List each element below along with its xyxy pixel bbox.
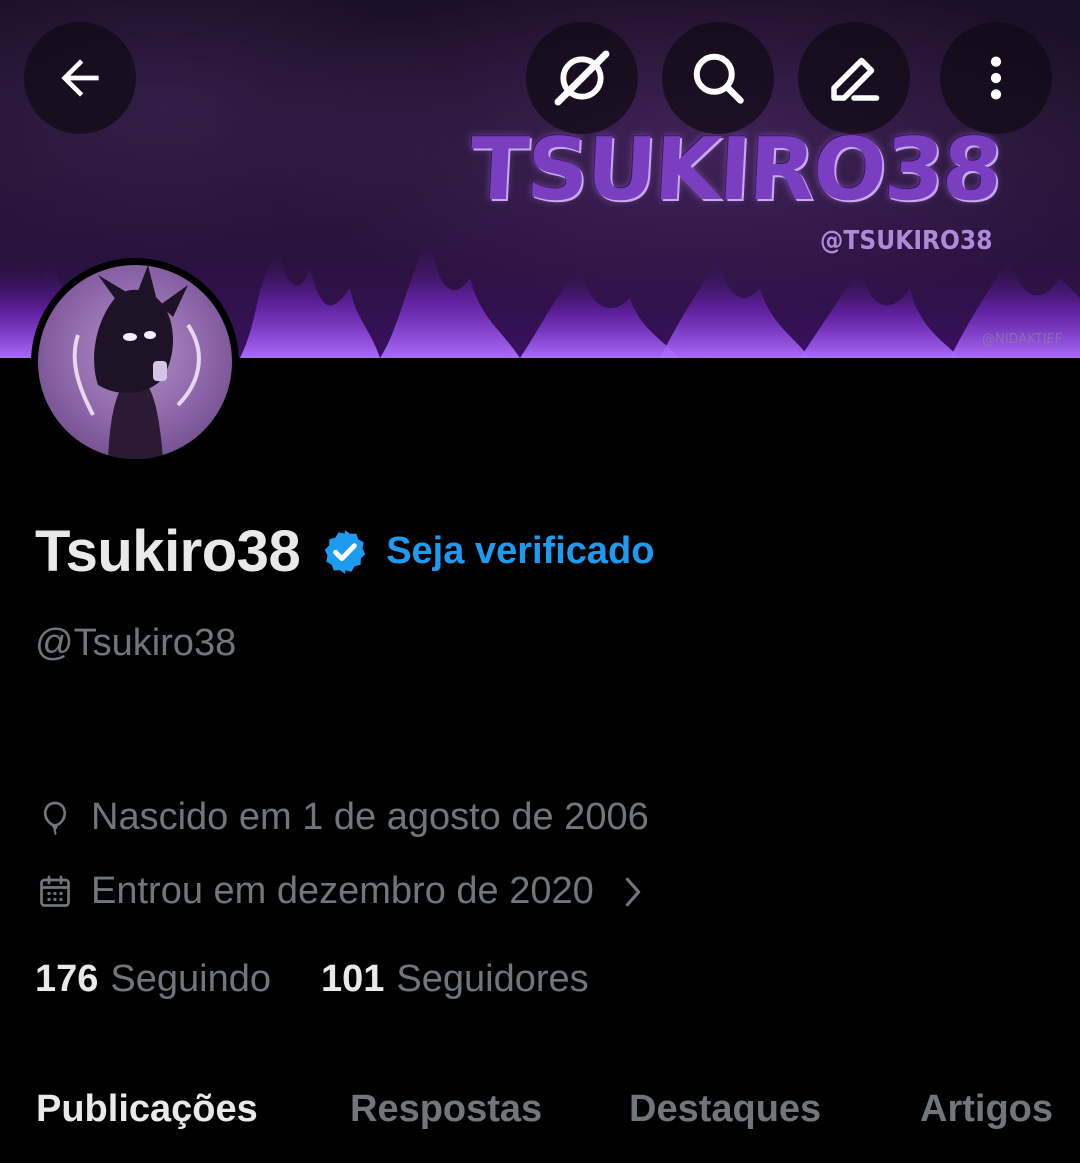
profile-handle: @Tsukiro38 — [35, 622, 237, 664]
banner-title: TSUKIRO38 — [467, 120, 1003, 220]
tab-destaques[interactable]: Destaques — [629, 1088, 821, 1131]
grok-button[interactable] — [526, 22, 638, 134]
follow-stats: 176 Seguindo 101 Seguidores — [35, 958, 589, 1001]
profile-name-row: Tsukiro38 Seja verificado — [35, 518, 654, 585]
edit-button[interactable] — [798, 22, 910, 134]
joined-row[interactable]: Entrou em dezembro de 2020 — [35, 870, 646, 913]
following-count: 176 — [35, 958, 99, 1000]
profile-name: Tsukiro38 — [35, 519, 301, 584]
birthday-row: Nascido em 1 de agosto de 2006 — [35, 796, 649, 839]
followers-count: 101 — [321, 958, 385, 1000]
banner-credit: @NIDAKTIEF — [982, 332, 1063, 347]
more-button[interactable] — [940, 22, 1052, 134]
get-verified-link[interactable]: Seja verificado — [386, 530, 654, 573]
followers-link[interactable]: 101 Seguidores — [321, 958, 589, 1001]
balloon-icon — [35, 798, 75, 838]
more-vertical-icon — [990, 56, 1002, 100]
following-link[interactable]: 176 Seguindo — [35, 958, 271, 1001]
search-button[interactable] — [662, 22, 774, 134]
grok-icon — [554, 50, 610, 106]
edit-icon — [831, 57, 880, 101]
arrow-left-icon — [61, 59, 99, 97]
avatar[interactable] — [31, 258, 239, 466]
back-button[interactable] — [24, 22, 136, 134]
calendar-icon — [35, 872, 75, 912]
avatar-image — [38, 265, 232, 459]
joined-text: Entrou em dezembro de 2020 — [91, 870, 594, 912]
chevron-right-icon — [620, 875, 646, 909]
profile-tabs: Publicações Respostas Destaques Artigos — [0, 1088, 1080, 1163]
verified-badge-icon[interactable] — [320, 527, 370, 577]
tab-publicacoes[interactable]: Publicações — [36, 1088, 258, 1131]
followers-label: Seguidores — [396, 958, 589, 1000]
birthday-text: Nascido em 1 de agosto de 2006 — [91, 796, 649, 838]
search-icon — [693, 53, 744, 104]
following-label: Seguindo — [110, 958, 271, 1000]
tab-respostas[interactable]: Respostas — [350, 1088, 542, 1131]
banner-handle: @TSUKIRO38 — [820, 226, 993, 256]
tab-artigos[interactable]: Artigos — [920, 1088, 1053, 1131]
